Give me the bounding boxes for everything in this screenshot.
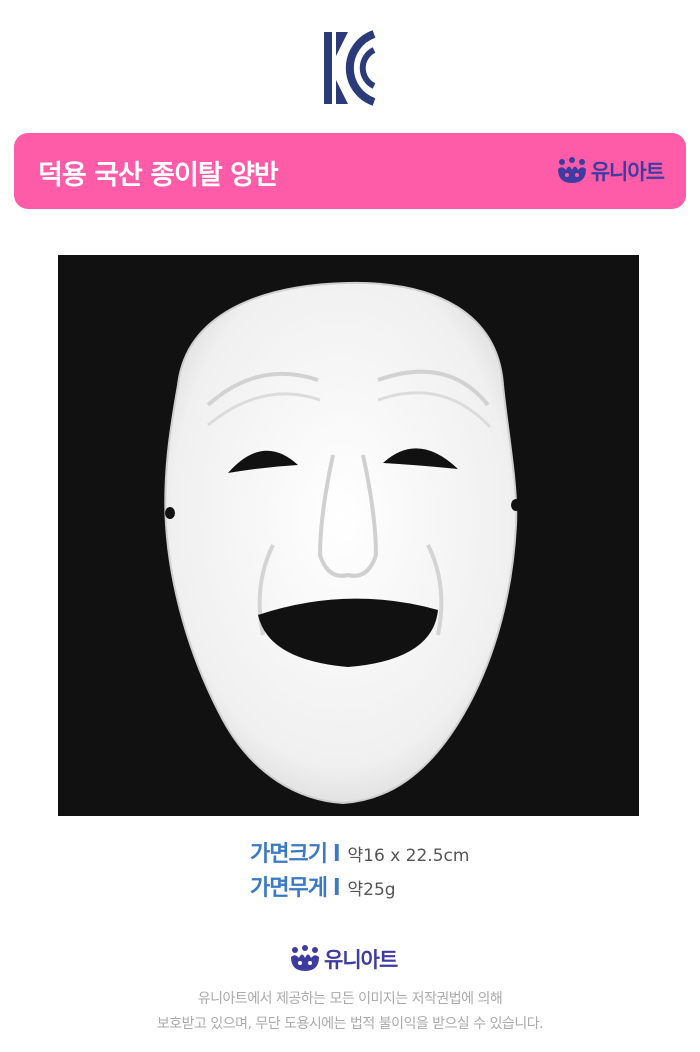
spec-separator: l: [332, 876, 341, 901]
brand-name: 유니아트: [590, 160, 665, 184]
spec-value: 약25g: [347, 880, 396, 900]
spec-label: 가면크기: [250, 842, 328, 867]
brand-crown-icon: [291, 945, 319, 971]
spec-label: 가면무게: [250, 876, 328, 901]
notice-line-2: 보호받고 있으며, 무단 도용시에는 법적 불이익을 받으실 수 있습니다.: [156, 1016, 544, 1032]
title-banner: 덕용 국산 종이탈 양반 유니아트: [14, 133, 686, 209]
product-photo: [58, 255, 639, 816]
spec-row-size: 가면크기 l 약16 x 22.5cm: [250, 836, 469, 870]
spec-separator: l: [332, 842, 341, 867]
footer-brand-logo: 유니아트: [289, 944, 398, 974]
copyright-notice: 유니아트에서 제공하는 모든 이미지는 저작권법에 의해 보호받고 있으며, 무…: [0, 987, 700, 1037]
notice-line-1: 유니아트에서 제공하는 모든 이미지는 저작권법에 의해: [197, 991, 503, 1007]
footer-brand-name: 유니아트: [324, 948, 398, 972]
white-paper-mask-image: [58, 255, 639, 816]
spec-row-weight: 가면무게 l 약25g: [250, 870, 469, 904]
product-title: 덕용 국산 종이탈 양반: [38, 160, 279, 191]
spec-list: 가면크기 l 약16 x 22.5cm 가면무게 l 약25g: [250, 836, 469, 904]
brand-logo: 유니아트: [556, 156, 665, 186]
spec-value: 약16 x 22.5cm: [347, 846, 470, 866]
kc-mark-icon: [324, 30, 376, 106]
brand-crown-icon: [557, 157, 586, 183]
